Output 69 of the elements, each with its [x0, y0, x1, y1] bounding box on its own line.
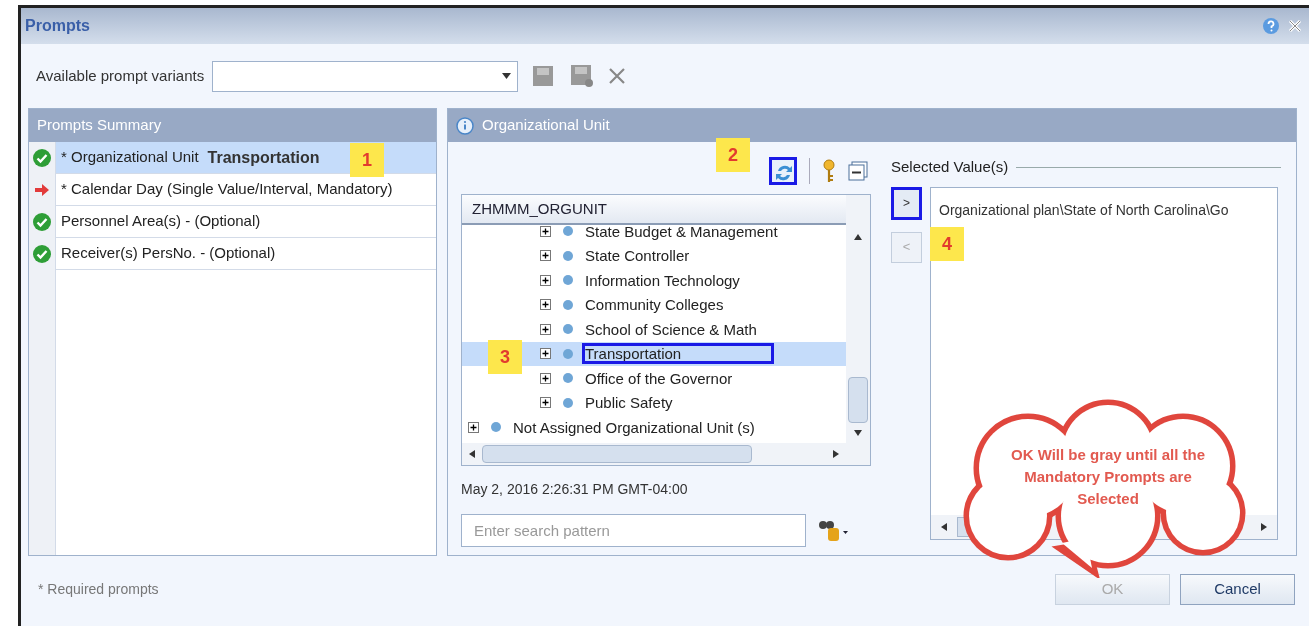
- prompt-label: Receiver(s) PersNo. - (Optional): [61, 243, 276, 264]
- add-button[interactable]: >: [891, 186, 922, 220]
- search-options-icon[interactable]: [818, 519, 848, 542]
- window-title: Prompts: [25, 16, 90, 36]
- tree-item[interactable]: Not Assigned Organizational Unit (s): [462, 415, 846, 440]
- panel-title: Organizational Unit: [482, 115, 610, 136]
- tree-item[interactable]: State Controller: [462, 243, 846, 268]
- step-marker: 2: [716, 138, 750, 172]
- help-icon[interactable]: [1262, 17, 1280, 35]
- dialog-button[interactable]: Cancel: [1180, 573, 1295, 605]
- tree-header: ZHMMM_ORGUNIT: [462, 195, 846, 225]
- tree-item[interactable]: Public Safety: [462, 390, 846, 415]
- node-dot-icon: [562, 347, 574, 360]
- prompt-row[interactable]: Personnel Area(s) - (Optional): [56, 206, 436, 238]
- panel-title: Prompts Summary: [37, 115, 162, 136]
- expand-icon[interactable]: [540, 250, 551, 262]
- key-icon[interactable]: [822, 159, 836, 183]
- node-dot-icon: [562, 249, 574, 262]
- scroll-right-icon[interactable]: [1261, 522, 1267, 531]
- refresh-icon[interactable]: [769, 157, 797, 185]
- info-icon: [456, 116, 474, 135]
- step-marker: 1: [350, 143, 384, 177]
- expand-icon[interactable]: [540, 323, 551, 335]
- horizontal-scrollbar[interactable]: [462, 443, 870, 465]
- variants-label: Available prompt variants: [36, 65, 205, 86]
- scroll-down-icon[interactable]: [854, 430, 862, 436]
- save-as-icon[interactable]: [570, 64, 595, 88]
- tree-item[interactable]: Information Technology: [462, 268, 846, 293]
- node-dot-icon: [490, 421, 502, 434]
- step-marker: 4: [930, 227, 964, 261]
- node-dot-icon: [562, 225, 574, 238]
- close-icon[interactable]: [1287, 18, 1303, 34]
- node-dot-icon: [562, 274, 574, 287]
- scroll-left-icon[interactable]: [941, 522, 947, 531]
- expand-icon[interactable]: [540, 274, 551, 286]
- collapse-all-icon[interactable]: [848, 161, 868, 181]
- expand-icon[interactable]: [540, 348, 551, 360]
- scroll-thumb[interactable]: [848, 377, 868, 423]
- prompt-label: * Calendar Day (Single Value/Interval, Mandatory): [61, 179, 393, 200]
- expand-icon[interactable]: [540, 299, 551, 311]
- section-title: Selected Value(s): [891, 157, 1009, 177]
- dropdown-arrow-icon: [502, 73, 512, 79]
- save-icon[interactable]: [532, 65, 555, 87]
- node-dot-icon: [562, 298, 574, 311]
- scroll-left-icon[interactable]: [469, 450, 475, 458]
- scroll-thumb[interactable]: [482, 445, 752, 463]
- footer-note: * Required prompts: [38, 579, 159, 599]
- selected-value[interactable]: Organizational plan\State of North Carolina\Go: [939, 199, 1277, 221]
- step-marker: 3: [488, 340, 522, 374]
- prompt-label: * Organizational Unit: [61, 147, 199, 168]
- expand-icon[interactable]: [468, 421, 479, 433]
- node-dot-icon: [562, 396, 574, 409]
- tree-item[interactable]: Community Colleges: [462, 292, 846, 317]
- scroll-right-icon[interactable]: [833, 450, 839, 458]
- expand-icon[interactable]: [540, 397, 551, 409]
- vertical-scrollbar[interactable]: [846, 195, 870, 443]
- prompt-label: Personnel Area(s) - (Optional): [61, 211, 261, 232]
- tree-item[interactable]: School of Science & Math: [462, 317, 846, 342]
- delete-icon[interactable]: [608, 67, 627, 85]
- search-field[interactable]: Enter search pattern: [461, 514, 806, 547]
- node-dot-icon: [562, 372, 574, 385]
- node-dot-icon: [562, 323, 574, 336]
- scroll-up-icon[interactable]: [854, 234, 862, 240]
- prompt-row[interactable]: Receiver(s) PersNo. - (Optional): [56, 238, 436, 270]
- expand-icon[interactable]: [540, 372, 551, 384]
- expand-icon[interactable]: [540, 225, 551, 237]
- timestamp: May 2, 2016 2:26:31 PM GMT-04:00: [461, 480, 689, 499]
- prompt-value: Transportation: [207, 147, 320, 168]
- callout-text: OK Will be gray until all the Mandatory Prompts are Selected: [1009, 445, 1207, 509]
